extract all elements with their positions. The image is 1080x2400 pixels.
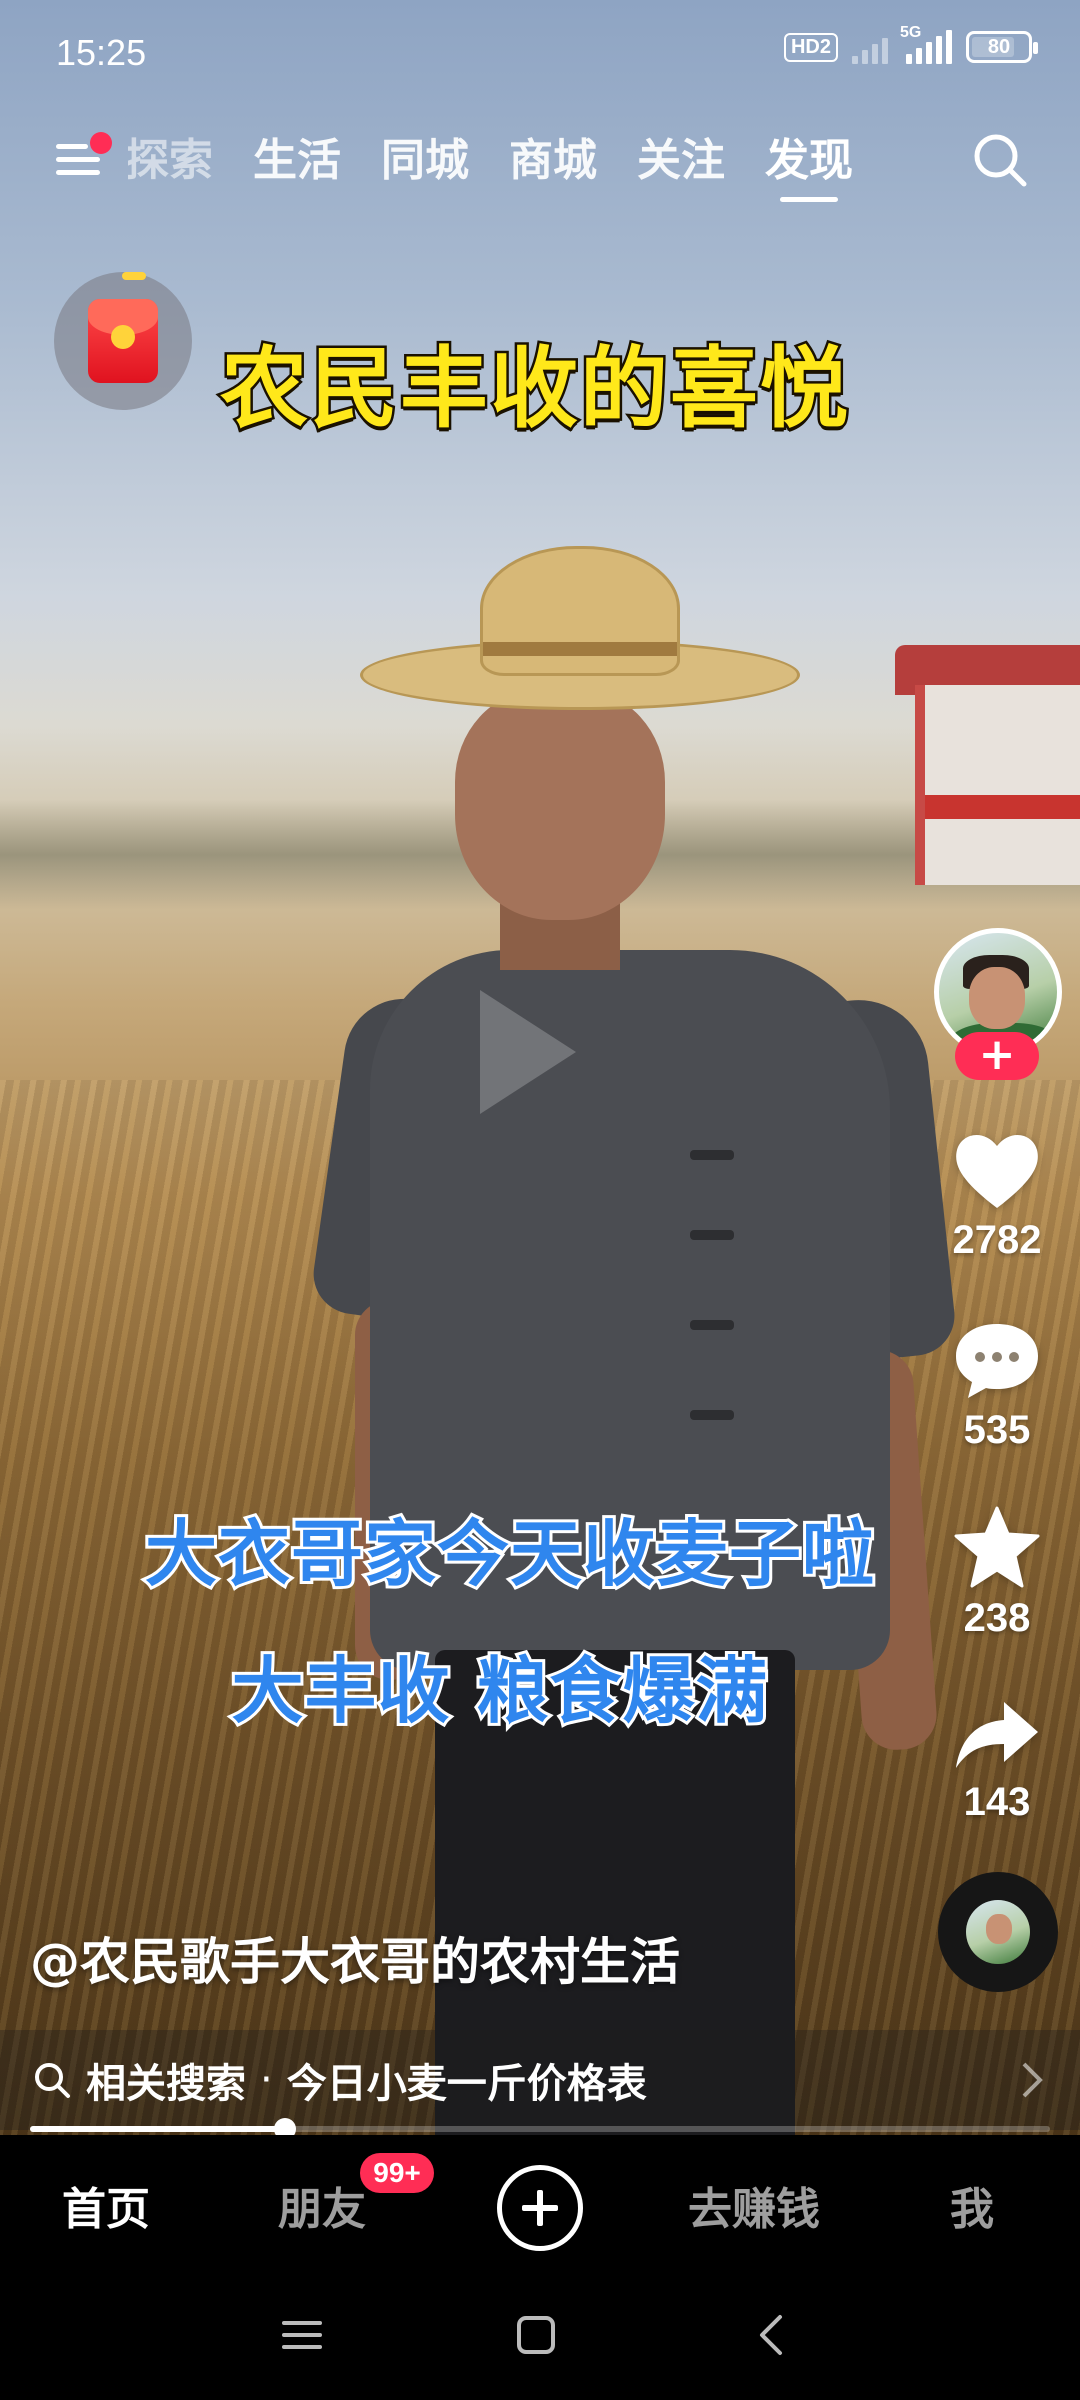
battery-icon: 80 [966,31,1038,63]
menu-button[interactable] [54,132,112,184]
video-subtitle-line2: 大丰收 粮食爆满 [228,1646,770,1736]
search-icon [35,2063,70,2098]
video-title-caption: 农民丰收的喜悦 [217,335,851,443]
tab-following[interactable]: 关注 [637,124,725,202]
farmer-figure [308,530,970,2135]
comment-icon [956,1324,1038,1398]
favorite-count: 238 [963,1596,1031,1640]
playback-progress-bar[interactable] [30,2118,1050,2140]
star-icon [954,1506,1040,1588]
video-subtitle-line1: 大衣哥家今天收麦子啦 [142,1509,877,1599]
related-search-separator: · [260,2057,273,2103]
battery-percent: 80 [987,35,1011,58]
tab-local[interactable]: 同城 [381,124,469,202]
heart-icon [956,1134,1038,1208]
notification-dot [90,132,112,154]
share-button[interactable]: 143 [920,1696,1074,1825]
tab-home[interactable]: 首页 [62,2173,150,2237]
tab-me[interactable]: 我 [950,2173,994,2237]
signal-sim1-icon [852,30,888,64]
top-nav: 探索 生活 同城 商城 关注 发现 [0,110,1080,210]
status-indicators: HD2 5G 80 [783,24,1038,64]
favorite-button[interactable]: 238 [920,1504,1074,1641]
video-feed-screen: 15:25 HD2 5G 80 探索 生活 同城 商城 关注 发现 农民丰收的喜… [0,0,1080,2400]
network-type-label: 5G [900,24,922,41]
related-search-query[interactable]: 今日小麦一斤价格表 [287,2051,647,2109]
tab-life[interactable]: 生活 [253,124,341,202]
nav-tabs: 探索 生活 同城 商城 关注 发现 [128,124,853,202]
share-arrow-icon [956,1702,1038,1768]
music-cover [966,1900,1030,1964]
back-icon[interactable] [750,2313,794,2357]
red-packet-widget[interactable] [54,272,192,410]
tab-mall[interactable]: 商城 [509,124,597,202]
like-count: 2782 [952,1218,1042,1262]
red-packet-progress [122,272,146,280]
share-count: 143 [963,1780,1031,1824]
follow-button[interactable]: + [955,1032,1039,1080]
comment-count: 535 [963,1408,1031,1452]
bottom-tab-bar: 首页 朋友 99+ 去赚钱 我 [0,2135,1080,2275]
related-search-label: 相关搜索 [86,2061,246,2107]
author-handle[interactable]: @农民歌手大衣哥的农村生活 [30,1922,680,1994]
comment-button[interactable]: 535 [920,1318,1074,1453]
music-disc[interactable] [938,1872,1058,1992]
tab-earn[interactable]: 去赚钱 [688,2173,820,2237]
recent-apps-icon[interactable] [280,2313,324,2357]
hd-voice-badge: HD2 [783,32,838,62]
related-search-bar[interactable]: 相关搜索 · 今日小麦一斤价格表 [0,2030,1080,2130]
friends-badge: 99+ [360,2153,434,2193]
like-button[interactable]: 2782 [920,1128,1074,1263]
home-icon[interactable] [514,2313,558,2357]
search-icon[interactable] [970,130,1030,190]
playback-progress-fill [30,2126,285,2132]
status-bar: 15:25 HD2 5G 80 [0,0,1080,110]
red-packet-icon [88,299,158,383]
create-button[interactable] [497,2165,583,2251]
play-icon[interactable] [480,990,576,1114]
tab-discover[interactable]: 发现 [765,124,853,202]
signal-5g-icon: 5G [900,24,952,64]
system-nav-bar [0,2275,1080,2400]
tab-explore[interactable]: 探索 [128,124,213,202]
tab-friends[interactable]: 朋友 [278,2173,366,2237]
chevron-right-icon [1022,2062,1043,2098]
status-time: 15:25 [56,32,147,73]
menu-icon [56,144,88,149]
